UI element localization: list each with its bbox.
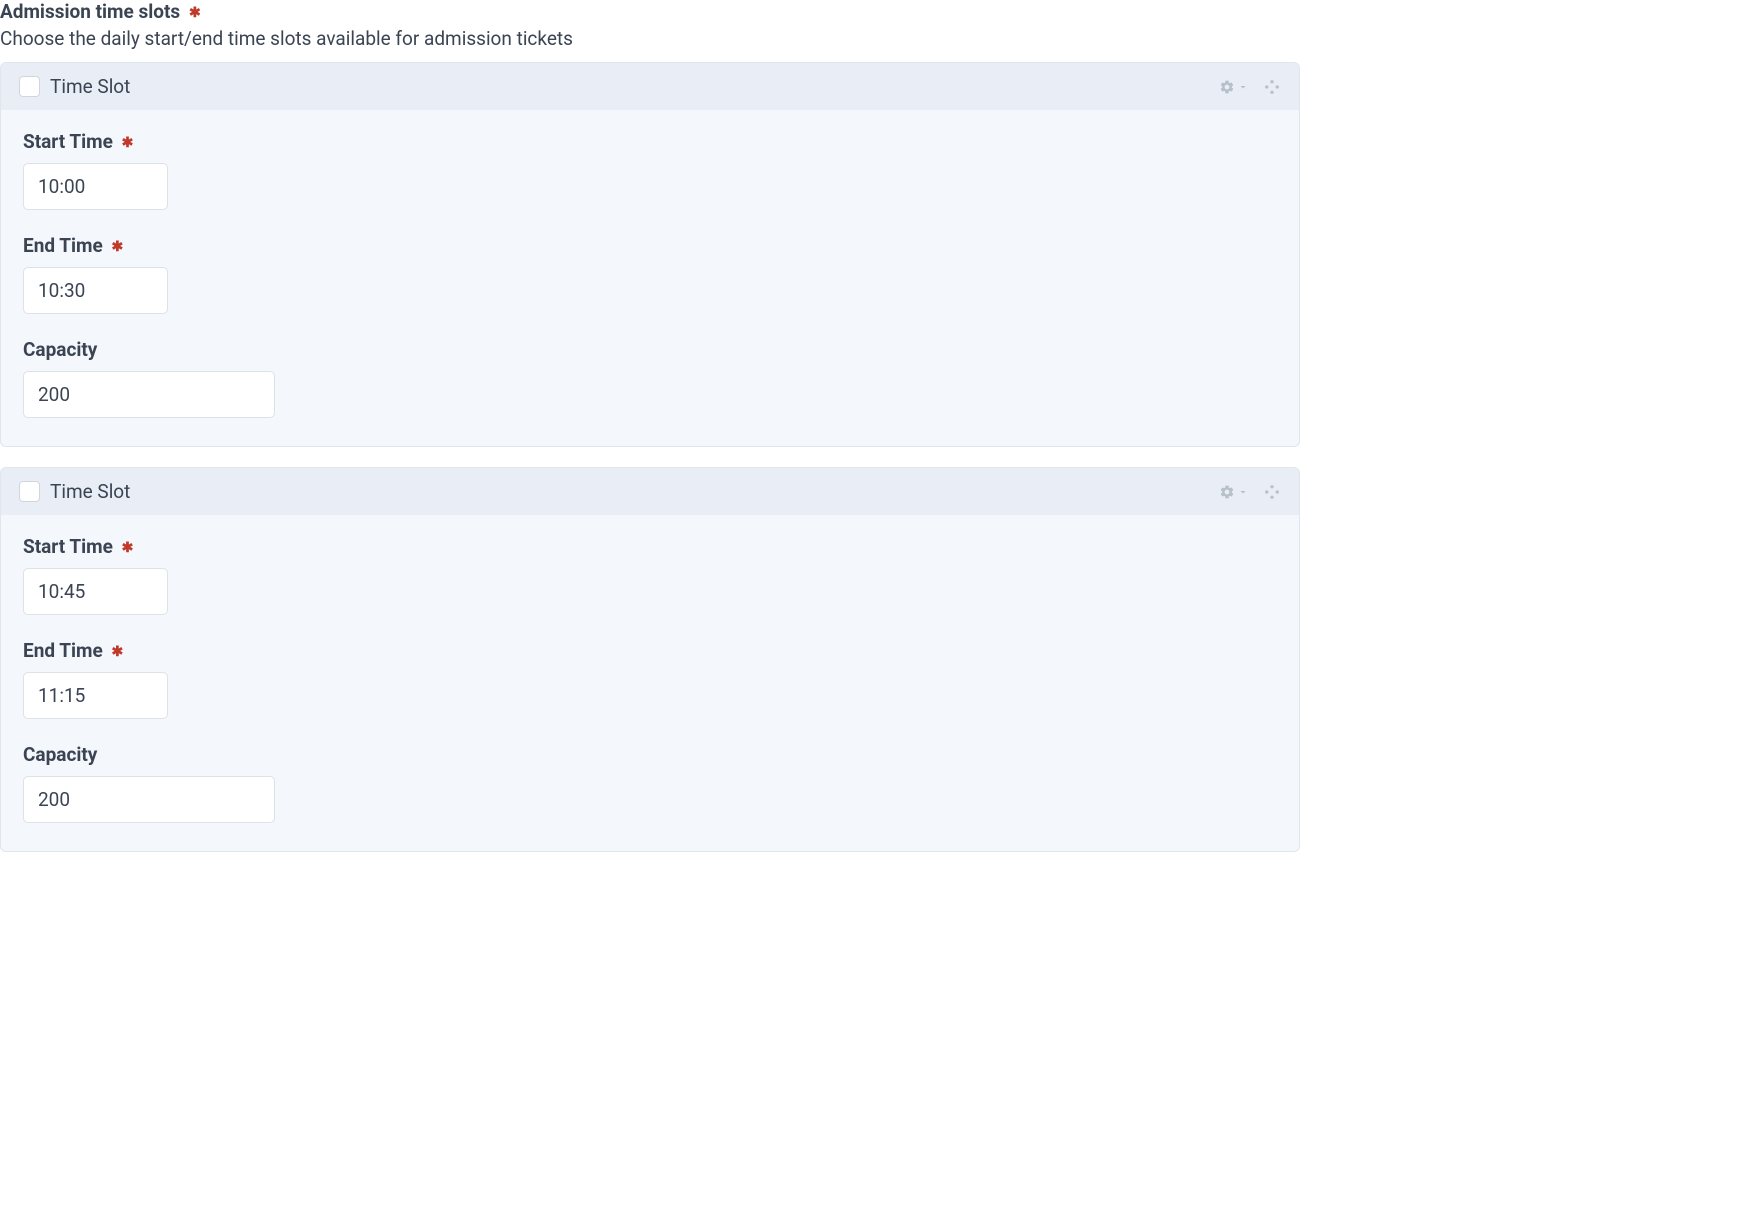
gear-icon <box>1219 79 1235 95</box>
end-time-field-group: End Time ✱ <box>23 234 1277 314</box>
card-title: Time Slot <box>50 75 130 98</box>
capacity-label: Capacity <box>23 338 1277 361</box>
gear-icon <box>1219 484 1235 500</box>
card-header-left: Time Slot <box>19 480 130 503</box>
start-time-label: Start Time ✱ <box>23 535 1277 558</box>
end-time-label: End Time ✱ <box>23 639 1277 662</box>
capacity-input[interactable] <box>23 776 275 823</box>
end-time-input[interactable] <box>23 267 168 314</box>
card-body: Start Time ✱ End Time ✱ Capacity <box>1 515 1299 851</box>
end-time-field-group: End Time ✱ <box>23 639 1277 719</box>
start-time-label-text: Start Time <box>23 535 113 558</box>
required-asterisk-icon: ✱ <box>122 540 134 556</box>
card-header: Time Slot <box>1 468 1299 515</box>
capacity-input[interactable] <box>23 371 275 418</box>
required-asterisk-icon: ✱ <box>122 135 134 151</box>
chevron-down-icon <box>1237 81 1249 93</box>
settings-dropdown-button[interactable] <box>1219 484 1249 500</box>
card-header-right <box>1219 483 1281 501</box>
card-body: Start Time ✱ End Time ✱ Capacity <box>1 110 1299 446</box>
end-time-label: End Time ✱ <box>23 234 1277 257</box>
section-title-text: Admission time slots <box>0 0 180 23</box>
section-title: Admission time slots ✱ <box>0 0 1300 23</box>
move-icon <box>1263 78 1281 96</box>
start-time-label: Start Time ✱ <box>23 130 1277 153</box>
time-slot-card: Time Slot <box>0 62 1300 447</box>
time-slot-card: Time Slot <box>0 467 1300 852</box>
card-header-left: Time Slot <box>19 75 130 98</box>
card-header-right <box>1219 78 1281 96</box>
start-time-field-group: Start Time ✱ <box>23 535 1277 615</box>
settings-dropdown-button[interactable] <box>1219 79 1249 95</box>
start-time-field-group: Start Time ✱ <box>23 130 1277 210</box>
move-icon <box>1263 483 1281 501</box>
start-time-input[interactable] <box>23 163 168 210</box>
capacity-field-group: Capacity <box>23 338 1277 418</box>
chevron-down-icon <box>1237 486 1249 498</box>
capacity-label: Capacity <box>23 743 1277 766</box>
required-asterisk-icon: ✱ <box>112 239 124 255</box>
required-asterisk-icon: ✱ <box>189 5 201 21</box>
time-slot-checkbox[interactable] <box>19 481 40 502</box>
section-description: Choose the daily start/end time slots av… <box>0 27 1300 50</box>
time-slot-checkbox[interactable] <box>19 76 40 97</box>
card-header: Time Slot <box>1 63 1299 110</box>
move-handle[interactable] <box>1263 78 1281 96</box>
card-title: Time Slot <box>50 480 130 503</box>
move-handle[interactable] <box>1263 483 1281 501</box>
required-asterisk-icon: ✱ <box>112 644 124 660</box>
end-time-label-text: End Time <box>23 234 103 257</box>
start-time-label-text: Start Time <box>23 130 113 153</box>
start-time-input[interactable] <box>23 568 168 615</box>
capacity-field-group: Capacity <box>23 743 1277 823</box>
end-time-label-text: End Time <box>23 639 103 662</box>
end-time-input[interactable] <box>23 672 168 719</box>
